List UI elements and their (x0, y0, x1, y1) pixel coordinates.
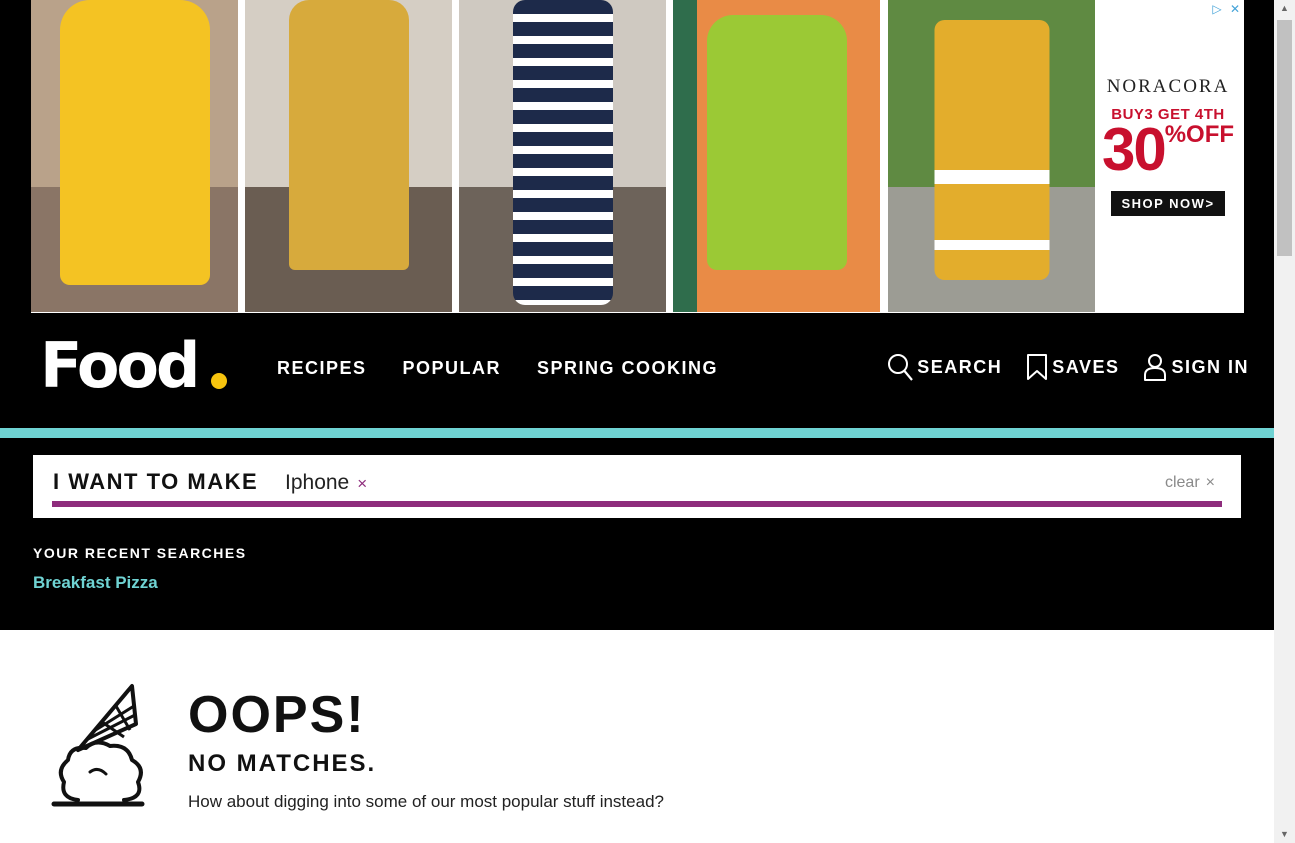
clear-button[interactable]: clear × (1165, 474, 1215, 492)
sign-in-button-label: SIGN IN (1171, 356, 1249, 377)
ad-discount-number: 30 (1101, 116, 1167, 183)
header-accent-bar (0, 428, 1274, 438)
page-scrollbar[interactable]: ▲ ▼ (1274, 0, 1295, 843)
ad-discount: 30%OFF (1093, 120, 1243, 180)
search-icon (888, 354, 914, 381)
ad-photo-patterned-dress[interactable] (888, 0, 1095, 312)
ad-discount-off: OFF (1186, 121, 1235, 148)
site-logo[interactable]: Food (40, 329, 200, 402)
bookmark-icon (1027, 354, 1048, 380)
search-button-label: SEARCH (917, 356, 1003, 377)
no-results-title: OOPS! (188, 686, 366, 744)
ad-shop-now-button[interactable]: SHOP NOW> (1111, 191, 1225, 216)
close-icon[interactable]: ✕ (1226, 0, 1244, 18)
ad-brand-block[interactable]: NORACORA BUY3 GET 4TH 30%OFF SHOP NOW> (1093, 76, 1243, 216)
play-triangle-icon[interactable]: ▷ (1208, 0, 1226, 18)
site-header: Food RECIPES POPULAR SPRING COOKING SEAR… (0, 313, 1274, 428)
no-results-section: OOPS! NO MATCHES. How about digging into… (0, 630, 1274, 843)
scroll-down-arrow-icon[interactable]: ▼ (1274, 826, 1295, 843)
recent-searches-title: YOUR RECENT SEARCHES (33, 545, 247, 561)
header-utilities: SEARCH SAVES SIGN IN (863, 353, 1249, 381)
ad-photo-tiedye-dress[interactable] (459, 0, 666, 312)
search-area: I WANT TO MAKE Iphone × clear × YOUR RECEN… (0, 438, 1274, 630)
sign-in-button[interactable]: SIGN IN (1143, 353, 1249, 381)
search-button[interactable]: SEARCH (887, 353, 1002, 381)
ad-banner[interactable]: NORACORA BUY3 GET 4TH 30%OFF SHOP NOW> ▷… (31, 0, 1244, 313)
ad-photo-daisy-dress[interactable] (245, 0, 452, 312)
page: NORACORA BUY3 GET 4TH 30%OFF SHOP NOW> ▷… (0, 0, 1274, 843)
clear-x-icon: × (1205, 474, 1215, 491)
ad-discount-pct: % (1164, 121, 1187, 148)
recent-search-item[interactable]: Breakfast Pizza (33, 573, 158, 593)
logo-dot (211, 373, 227, 389)
saves-button-label: SAVES (1052, 356, 1120, 377)
search-underline (52, 501, 1222, 507)
saves-button[interactable]: SAVES (1026, 353, 1119, 381)
remove-chip-icon[interactable]: × (357, 474, 367, 493)
nav-popular[interactable]: POPULAR (403, 358, 502, 379)
search-label: I WANT TO MAKE (53, 469, 259, 494)
scrollbar-thumb[interactable] (1277, 20, 1292, 256)
main-nav: RECIPES POPULAR SPRING COOKING (277, 358, 754, 379)
ad-brand-name: NORACORA (1106, 76, 1230, 97)
ad-photo-yellow-dress[interactable] (31, 0, 238, 312)
dropped-ice-cream-cone-icon (51, 684, 145, 807)
no-results-message: How about digging into some of our most … (188, 792, 664, 811)
search-chip[interactable]: Iphone × (285, 471, 367, 495)
nav-recipes[interactable]: RECIPES (277, 358, 367, 379)
ad-photo-green-dress[interactable] (673, 0, 880, 312)
nav-spring-cooking[interactable]: SPRING COOKING (537, 358, 718, 379)
no-results-subtitle: NO MATCHES. (188, 750, 377, 777)
search-box[interactable]: I WANT TO MAKE Iphone × clear × (33, 455, 1241, 518)
ad-controls: ▷ ✕ (1208, 0, 1244, 18)
scroll-up-arrow-icon[interactable]: ▲ (1274, 0, 1295, 17)
user-icon (1144, 354, 1167, 381)
clear-button-label: clear (1164, 474, 1200, 491)
search-chip-text: Iphone (285, 471, 350, 494)
